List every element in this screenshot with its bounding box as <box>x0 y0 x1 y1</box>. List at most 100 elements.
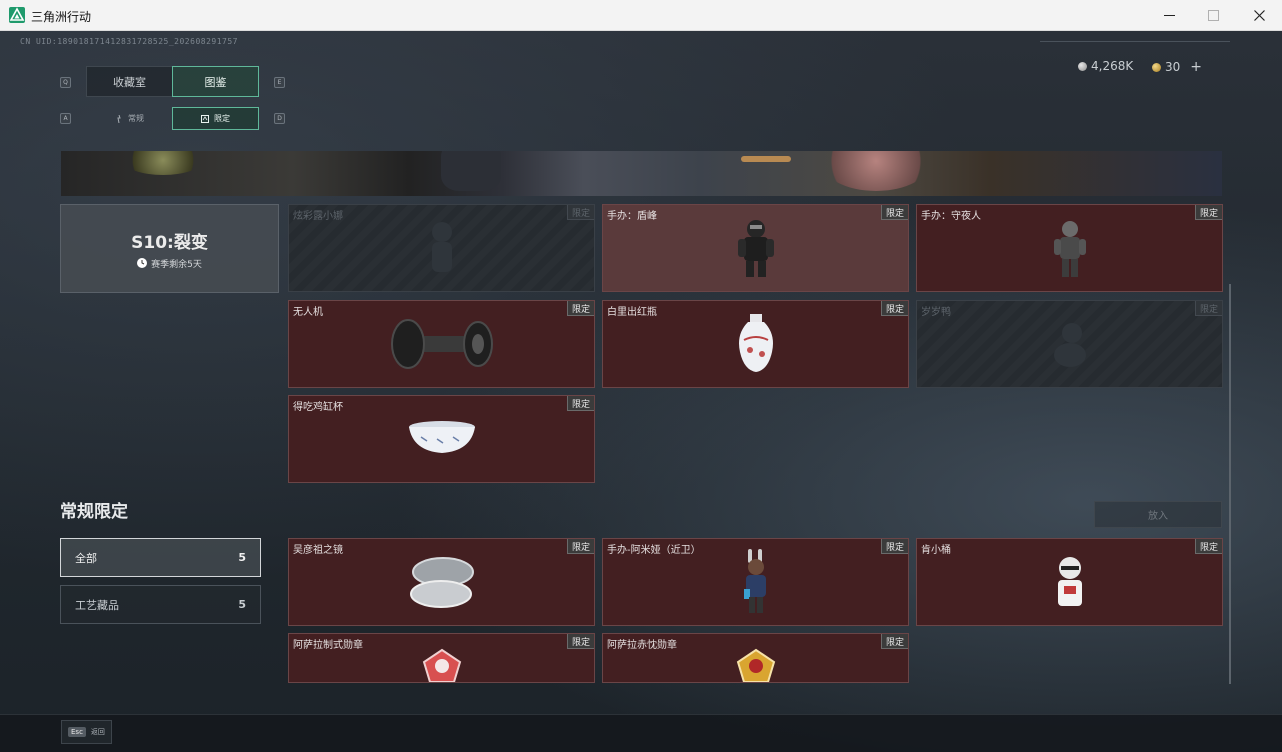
tab-limited[interactable]: 限定 <box>172 107 259 130</box>
red-medal-icon <box>422 648 461 682</box>
bucket-figure-icon <box>1057 557 1082 606</box>
season-remaining: 赛季剩余5天 <box>137 257 202 270</box>
item-card[interactable]: 无人机 限定 <box>288 300 595 388</box>
limited-tag: 限定 <box>880 634 908 649</box>
filter-label: 工艺藏品 <box>75 598 119 612</box>
minimize-button[interactable] <box>1146 0 1192 31</box>
keyhint-q: Q <box>60 77 71 88</box>
item-name: 手办：守夜人 <box>921 211 981 222</box>
item-card[interactable]: 阿萨拉赤忱勋章 限定 <box>602 633 909 683</box>
maximize-icon <box>1207 10 1219 21</box>
tab-regular-label: 常规 <box>128 114 144 123</box>
close-button[interactable] <box>1236 0 1282 31</box>
season-title: S10:裂变 <box>131 232 208 253</box>
item-card[interactable]: 阿萨拉制式勋章 限定 <box>288 633 595 683</box>
item-name: 岁岁鸭 <box>921 307 951 318</box>
limited-tag: 限定 <box>1194 301 1222 316</box>
back-button[interactable]: Esc 返回 <box>61 720 112 744</box>
item-card[interactable]: 手办：盾峰 限定 <box>602 204 909 292</box>
game-area: CN UID:18901817141283172852​5_2026082917… <box>0 31 1282 752</box>
close-icon <box>1253 10 1265 21</box>
duck-silhouette-icon <box>1053 323 1086 367</box>
item-name: 吴彦祖之镜 <box>293 545 343 556</box>
compact-mirror-icon <box>409 557 474 608</box>
banner-crown-shape <box>123 151 203 175</box>
user-uid: CN UID:18901817141283172852​5_2026082917… <box>20 37 238 46</box>
season-info: S10:裂变 赛季剩余5天 <box>60 204 279 293</box>
esc-keyhint: Esc <box>68 727 86 737</box>
bottom-bar: Esc 返回 <box>0 714 1282 752</box>
limited-tag: 限定 <box>1194 205 1222 220</box>
banner-ball-shape <box>821 151 931 191</box>
item-name: 阿萨拉赤忱勋章 <box>607 640 677 651</box>
drone-icon <box>390 319 493 369</box>
limited-tag: 限定 <box>880 301 908 316</box>
item-card[interactable]: 吴彦祖之镜 限定 <box>288 538 595 626</box>
clock-icon <box>137 258 148 268</box>
keyhint-d: D <box>274 113 285 124</box>
tab-limited-label: 限定 <box>214 114 230 123</box>
currency-gold: 30 + <box>1152 59 1202 75</box>
filter-count: 5 <box>238 551 246 564</box>
limited-tag: 限定 <box>566 539 594 554</box>
limited-tag: 限定 <box>880 539 908 554</box>
limited-tag: 限定 <box>566 301 594 316</box>
banner-boots-shape <box>441 151 501 191</box>
tab-regular[interactable]: 常规 <box>86 107 173 130</box>
item-name: 炫彩露小娜 <box>293 211 343 222</box>
item-card-locked[interactable]: 炫彩露小娜 限定 <box>288 204 595 292</box>
limited-tag: 限定 <box>566 396 594 411</box>
gold-coin-icon <box>1152 62 1161 72</box>
scrollbar[interactable] <box>1229 284 1231 684</box>
section-title: 常规限定 <box>60 502 128 522</box>
item-card-locked[interactable]: 岁岁鸭 限定 <box>916 300 1223 388</box>
amiya-figure-icon <box>743 549 766 613</box>
window-title: 三角洲行动 <box>31 10 92 24</box>
minimize-icon <box>1163 15 1175 16</box>
item-card[interactable]: 肯小桶 限定 <box>916 538 1223 626</box>
item-art <box>917 301 1222 387</box>
item-name: 白里出红瓶 <box>607 307 657 318</box>
currency-gold-value: 30 <box>1165 60 1181 74</box>
regular-icon <box>117 114 121 123</box>
keyhint-a: A <box>60 113 71 124</box>
item-name: 手办：盾峰 <box>607 211 657 222</box>
item-name: 肯小桶 <box>921 545 951 556</box>
limited-icon <box>201 114 209 123</box>
armored-figure-icon <box>737 220 774 277</box>
add-currency-button[interactable]: + <box>1190 59 1202 75</box>
item-card[interactable]: 白里出红瓶 限定 <box>602 300 909 388</box>
figure-silhouette-icon <box>431 222 452 272</box>
silver-coin-icon <box>1078 61 1087 71</box>
window-titlebar: 三角洲行动 <box>0 0 1282 31</box>
item-name: 阿萨拉制式勋章 <box>293 640 363 651</box>
keyhint-e: E <box>274 77 285 88</box>
limited-tag: 限定 <box>566 634 594 649</box>
porcelain-vase-icon <box>738 314 773 372</box>
limited-tag: 限定 <box>566 205 594 220</box>
filter-count: 5 <box>238 598 246 611</box>
tab-catalog[interactable]: 图鉴 <box>172 66 259 97</box>
item-card[interactable]: 手办：守夜人 限定 <box>916 204 1223 292</box>
currency-silver-value: 4,268K <box>1091 59 1134 73</box>
porcelain-cup-icon <box>408 421 475 453</box>
item-name: 无人机 <box>293 307 323 318</box>
season-remaining-text: 赛季剩余5天 <box>151 259 202 270</box>
item-card[interactable]: 得吃鸡缸杯 限定 <box>288 395 595 483</box>
currency-silver: 4,268K <box>1078 59 1133 73</box>
tab-collection-room[interactable]: 收藏室 <box>86 66 173 97</box>
item-card[interactable]: 手办-阿米娅（近卫） 限定 <box>602 538 909 626</box>
banner-bullet-shape <box>741 156 791 162</box>
limited-tag: 限定 <box>880 205 908 220</box>
item-art <box>917 539 1222 625</box>
item-art <box>289 301 594 387</box>
season-banner-image <box>61 151 1222 196</box>
item-name: 手办-阿米娅（近卫） <box>607 545 701 556</box>
gold-medal-icon <box>736 648 775 682</box>
filter-crafts[interactable]: 工艺藏品 5 <box>60 585 261 624</box>
item-name: 得吃鸡缸杯 <box>293 402 343 413</box>
maximize-button[interactable] <box>1190 0 1236 31</box>
soldier-figure-icon <box>1053 221 1086 277</box>
put-in-button[interactable]: 放入 <box>1094 501 1222 528</box>
filter-all[interactable]: 全部 5 <box>60 538 261 577</box>
